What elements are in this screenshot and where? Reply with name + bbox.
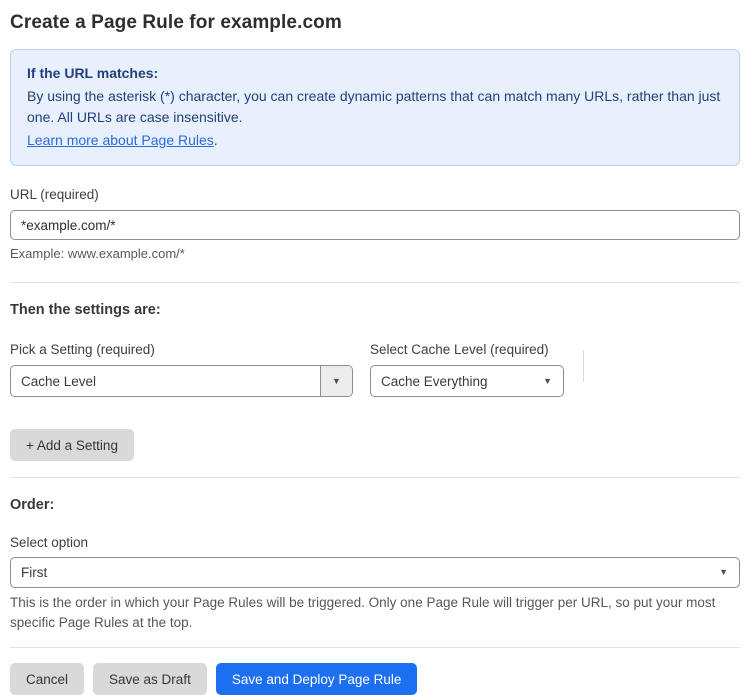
setting-picker-label: Pick a Setting (required) xyxy=(10,342,155,357)
url-field-label: URL (required) xyxy=(10,187,99,202)
url-helper-text: Example: www.example.com/* xyxy=(10,246,185,261)
link-suffix: . xyxy=(213,132,218,148)
section-divider xyxy=(10,647,740,648)
order-value: First xyxy=(21,565,48,580)
url-match-info-box: If the URL matches: By using the asteris… xyxy=(10,49,740,166)
save-draft-button[interactable]: Save as Draft xyxy=(93,663,207,695)
page-title: Create a Page Rule for example.com xyxy=(10,12,342,33)
order-section-heading: Order: xyxy=(10,497,55,513)
cache-level-label: Select Cache Level (required) xyxy=(370,342,549,357)
cache-level-dropdown[interactable]: Cache Everything ▼ xyxy=(370,365,564,397)
add-setting-button[interactable]: + Add a Setting xyxy=(10,429,134,461)
chevron-down-icon: ▼ xyxy=(332,375,341,386)
cache-level-value: Cache Everything xyxy=(381,373,488,389)
setting-picker-column: Pick a Setting (required) Cache Level ▼ xyxy=(10,342,353,397)
section-divider xyxy=(10,282,740,283)
cache-level-column: Select Cache Level (required) Cache Ever… xyxy=(370,342,564,397)
setting-picker-dropdown[interactable]: Cache Level ▼ xyxy=(10,365,353,397)
info-box-heading: If the URL matches: xyxy=(27,65,159,81)
order-dropdown[interactable]: First ▼ xyxy=(10,557,740,588)
info-box-link-line: Learn more about Page Rules. xyxy=(27,130,723,151)
order-helper-text: This is the order in which your Page Rul… xyxy=(10,595,716,630)
save-deploy-button[interactable]: Save and Deploy Page Rule xyxy=(215,663,418,695)
order-select-label: Select option xyxy=(10,535,89,550)
dropdown-arrow-box: ▼ xyxy=(320,366,352,396)
cancel-button[interactable]: Cancel xyxy=(10,663,85,695)
page-rule-form: Create a Page Rule for example.com If th… xyxy=(0,0,750,695)
settings-row: Pick a Setting (required) Cache Level ▼ … xyxy=(10,342,740,397)
form-actions: Cancel Save as Draft Save and Deploy Pag… xyxy=(10,663,740,695)
url-input[interactable] xyxy=(10,210,740,240)
settings-section-heading: Then the settings are: xyxy=(10,302,161,318)
chevron-down-icon: ▼ xyxy=(543,375,552,386)
setting-separator xyxy=(583,350,584,382)
learn-more-link[interactable]: Learn more about Page Rules xyxy=(27,132,214,148)
info-box-body: By using the asterisk (*) character, you… xyxy=(27,88,721,125)
setting-picker-value: Cache Level xyxy=(21,373,97,389)
section-divider xyxy=(10,477,740,478)
chevron-down-icon: ▼ xyxy=(719,567,728,577)
